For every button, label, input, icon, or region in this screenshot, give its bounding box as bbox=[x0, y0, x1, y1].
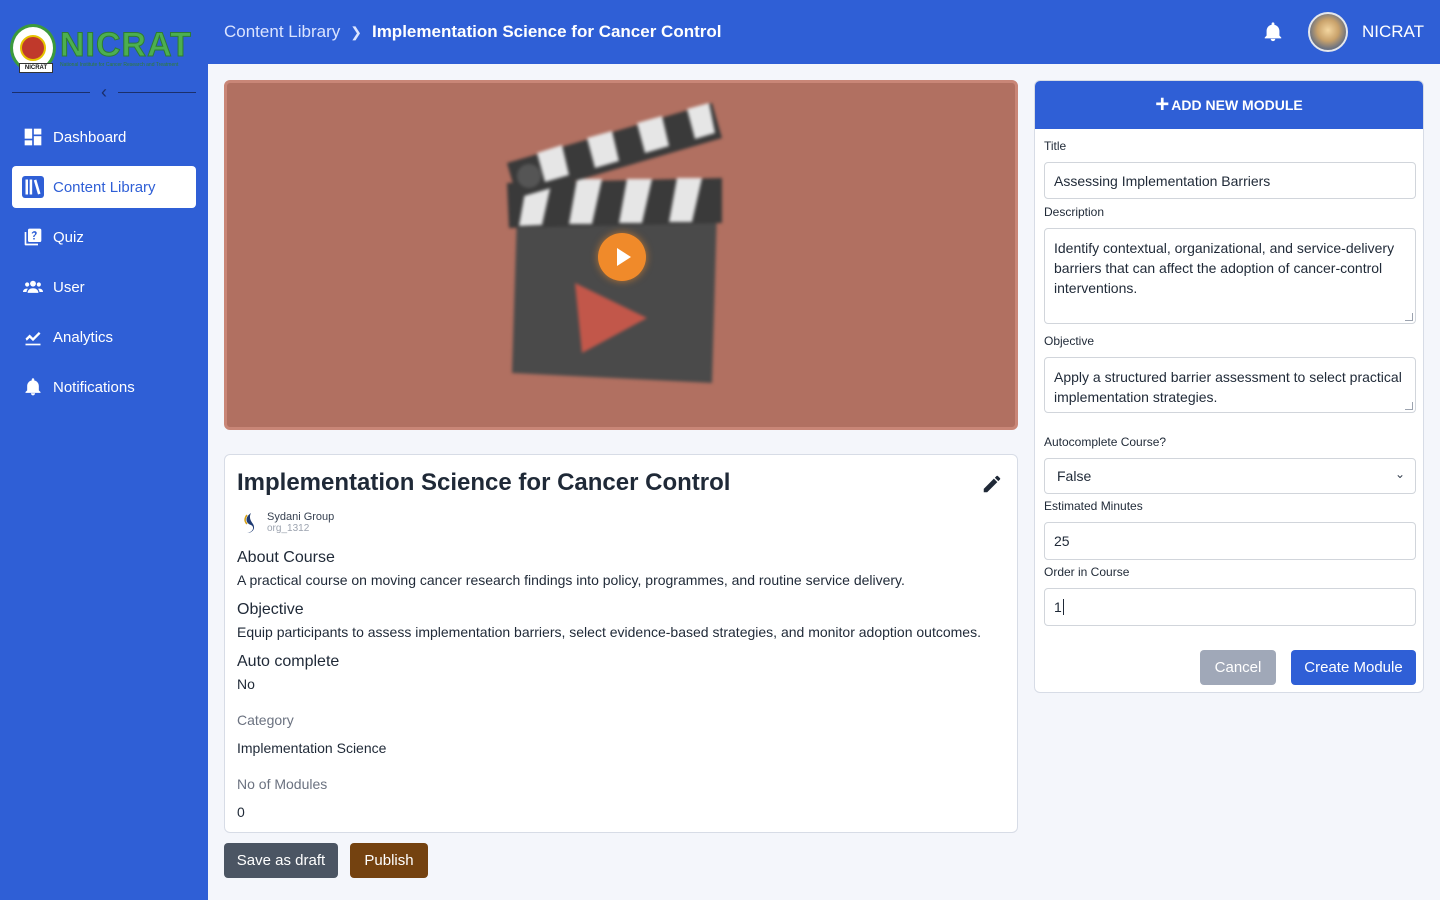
sydani-logo-icon bbox=[244, 513, 255, 533]
chevron-down-icon: ⌄ bbox=[1394, 467, 1405, 481]
org-name: Sydani Group bbox=[267, 511, 335, 523]
about-text: A practical course on moving cancer rese… bbox=[237, 572, 905, 588]
top-bar: Content Library ❯ Implementation Science… bbox=[208, 0, 1440, 64]
estimated-minutes-label: Estimated Minutes bbox=[1044, 499, 1143, 513]
text-cursor bbox=[1062, 599, 1064, 615]
notification-bell-icon[interactable] bbox=[1262, 20, 1284, 44]
sidebar-item-label: Dashboard bbox=[53, 128, 127, 146]
publish-button[interactable]: Publish bbox=[350, 843, 428, 878]
sidebar-item-label: Notifications bbox=[53, 378, 135, 396]
sidebar-item-user[interactable]: User bbox=[12, 266, 196, 308]
seal-label: NICRAT bbox=[19, 63, 53, 73]
category-label: Category bbox=[237, 712, 294, 728]
add-module-panel: + ADD NEW MODULE Title Assessing Impleme… bbox=[1034, 80, 1424, 693]
module-description-textarea[interactable]: Identify contextual, organizational, and… bbox=[1044, 228, 1416, 324]
modules-count-label: No of Modules bbox=[237, 776, 328, 792]
estimated-minutes-input[interactable]: 25 bbox=[1044, 522, 1416, 560]
organization-info: Sydani Group org_1312 bbox=[241, 511, 334, 535]
cancel-button[interactable]: Cancel bbox=[1200, 650, 1276, 685]
about-heading: About Course bbox=[237, 549, 335, 566]
description-label: Description bbox=[1044, 205, 1105, 219]
users-icon bbox=[22, 276, 44, 298]
resize-handle-icon[interactable] bbox=[1405, 313, 1413, 321]
course-details-card: Implementation Science for Cancer Contro… bbox=[224, 454, 1018, 833]
sidebar-item-label: Quiz bbox=[53, 228, 84, 246]
objective-heading: Objective bbox=[237, 601, 304, 618]
resize-handle-icon[interactable] bbox=[1405, 402, 1413, 410]
order-in-course-value: 1 bbox=[1054, 599, 1062, 615]
bell-icon bbox=[22, 376, 44, 398]
sidebar-collapse-row: ‹ bbox=[12, 82, 196, 102]
add-new-module-button[interactable]: + ADD NEW MODULE bbox=[1035, 81, 1423, 129]
course-media-preview[interactable] bbox=[224, 80, 1018, 430]
module-title-value: Assessing Implementation Barriers bbox=[1054, 172, 1271, 189]
sidebar-item-notifications[interactable]: Notifications bbox=[12, 366, 196, 408]
autocomplete-course-label: Autocomplete Course? bbox=[1044, 435, 1167, 449]
sidebar-item-quiz[interactable]: Quiz bbox=[12, 216, 196, 258]
order-in-course-label: Order in Course bbox=[1044, 565, 1130, 579]
add-new-module-label: ADD NEW MODULE bbox=[1171, 97, 1303, 113]
sidebar-item-dashboard[interactable]: Dashboard bbox=[12, 116, 196, 158]
library-icon bbox=[22, 176, 44, 198]
play-button[interactable] bbox=[598, 233, 646, 281]
sidebar-item-analytics[interactable]: Analytics bbox=[12, 316, 196, 358]
sidebar: NICRAT NICRAT National Institute for Can… bbox=[0, 0, 208, 900]
autocomplete-heading: Auto complete bbox=[237, 653, 340, 670]
collapse-sidebar-icon[interactable]: ‹ bbox=[90, 82, 118, 102]
chevron-right-icon: ❯ bbox=[350, 23, 362, 40]
sidebar-item-label: Analytics bbox=[53, 328, 114, 346]
autocomplete-course-value: False bbox=[1057, 468, 1092, 484]
modules-count-value: 0 bbox=[237, 804, 245, 820]
module-objective-value: Apply a structured barrier assessment to… bbox=[1054, 369, 1402, 405]
order-in-course-input[interactable]: 1 bbox=[1044, 588, 1416, 626]
user-name[interactable]: NICRAT bbox=[1362, 22, 1424, 42]
objective-text: Equip participants to assess implementat… bbox=[237, 624, 981, 640]
estimated-minutes-value: 25 bbox=[1054, 533, 1070, 549]
sidebar-item-content-library[interactable]: Content Library bbox=[12, 166, 196, 208]
module-objective-textarea[interactable]: Apply a structured barrier assessment to… bbox=[1044, 357, 1416, 413]
user-avatar[interactable] bbox=[1308, 12, 1348, 52]
analytics-icon bbox=[22, 326, 44, 348]
course-title: Implementation Science for Cancer Contro… bbox=[237, 469, 731, 496]
sidebar-item-label: User bbox=[53, 278, 85, 296]
sidebar-item-label: Content Library bbox=[53, 178, 156, 196]
logo-tagline: National Institute for Cancer Research a… bbox=[60, 62, 179, 68]
dashboard-icon bbox=[22, 126, 44, 148]
autocomplete-course-select[interactable]: False ⌄ bbox=[1044, 458, 1416, 494]
org-id: org_1312 bbox=[267, 523, 310, 534]
logo-wordmark: NICRAT bbox=[60, 26, 192, 64]
autocomplete-value: No bbox=[237, 676, 255, 692]
plus-icon: + bbox=[1155, 91, 1170, 118]
edit-pencil-icon[interactable] bbox=[981, 473, 1003, 495]
sidebar-nav: Dashboard Content Library Quiz User Anal… bbox=[12, 116, 196, 416]
create-module-button[interactable]: Create Module bbox=[1291, 650, 1416, 685]
nicrat-logo[interactable]: NICRAT NICRAT National Institute for Can… bbox=[10, 22, 200, 74]
module-title-input[interactable]: Assessing Implementation Barriers bbox=[1044, 162, 1416, 199]
nicrat-seal-icon: NICRAT bbox=[10, 24, 56, 73]
objective-label: Objective bbox=[1044, 334, 1095, 348]
title-label: Title bbox=[1044, 139, 1067, 153]
save-as-draft-button[interactable]: Save as draft bbox=[224, 843, 338, 878]
breadcrumb-current: Implementation Science for Cancer Contro… bbox=[371, 22, 722, 41]
quiz-icon bbox=[22, 226, 44, 248]
breadcrumb-content-library[interactable]: Content Library bbox=[224, 22, 340, 42]
category-value: Implementation Science bbox=[237, 740, 387, 756]
module-description-value: Identify contextual, organizational, and… bbox=[1054, 240, 1395, 296]
